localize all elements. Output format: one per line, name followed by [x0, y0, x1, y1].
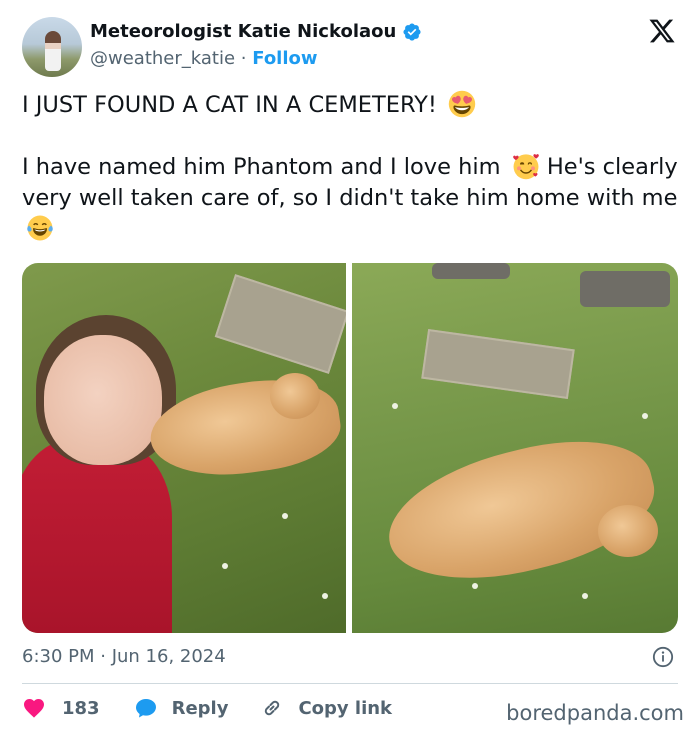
divider: [22, 683, 678, 684]
info-icon[interactable]: [652, 646, 674, 668]
reply-label: Reply: [171, 697, 229, 719]
copy-link-label: Copy link: [298, 697, 393, 719]
heart-eyes-emoji-icon: [448, 90, 476, 118]
tweet-timestamp[interactable]: 6:30 PM · Jun 16, 2024: [22, 646, 226, 667]
tweet-line-1-text: I JUST FOUND A CAT IN A CEMETERY!: [22, 92, 437, 118]
woman-face: [44, 335, 162, 465]
reply-bubble-icon: [135, 699, 156, 718]
woman-selfie-with-cat-photo[interactable]: [22, 263, 346, 633]
tears-of-joy-emoji-icon: [27, 215, 53, 241]
follow-button[interactable]: Follow: [252, 48, 317, 69]
author-handle[interactable]: @weather_katie: [90, 48, 235, 69]
clover: [472, 583, 478, 589]
tweet-text: I JUST FOUND A CAT IN A CEMETERY! I have…: [22, 90, 682, 245]
action-bar: 183 Reply Copy link: [22, 694, 392, 722]
clover: [392, 403, 398, 409]
handle-row: @weather_katie · Follow: [90, 48, 318, 69]
tweet-line-2: I have named him Phantom and I love him …: [22, 152, 682, 245]
tweet-line-1: I JUST FOUND A CAT IN A CEMETERY!: [22, 90, 682, 121]
heart-icon: [24, 699, 44, 718]
tweet-line-2-text: I have named him Phantom and I love him: [22, 154, 501, 180]
smiling-face-with-hearts-emoji-icon: [512, 154, 539, 180]
cat-lying-on-back-photo[interactable]: [352, 263, 678, 633]
clover: [282, 513, 288, 519]
avatar-person: [45, 31, 61, 71]
dark-stone: [432, 263, 510, 279]
dark-stone: [580, 271, 670, 307]
grave-marker: [421, 328, 575, 400]
cat-head-right: [598, 505, 658, 557]
like-count: 183: [62, 697, 100, 719]
media-grid[interactable]: [22, 263, 678, 633]
name-row: Meteorologist Katie Nickolaou: [90, 21, 422, 42]
watermark: boredpanda.com: [506, 701, 684, 725]
clover: [582, 593, 588, 599]
reply-button[interactable]: Reply: [134, 696, 229, 720]
clover: [322, 593, 328, 599]
link-icon: [265, 700, 280, 716]
cat-head-left: [270, 373, 320, 419]
avatar[interactable]: [22, 17, 82, 77]
clover: [642, 413, 648, 419]
author-name[interactable]: Meteorologist Katie Nickolaou: [90, 21, 396, 42]
woman-shirt: [22, 438, 172, 633]
verified-badge-icon: [403, 22, 421, 41]
x-logo-icon[interactable]: [648, 17, 676, 45]
like-button[interactable]: 183: [22, 696, 100, 720]
clover: [222, 563, 228, 569]
tweet-header: Meteorologist Katie Nickolaou @weather_k…: [22, 17, 682, 79]
grave-marker: [214, 274, 346, 374]
separator-dot: ·: [240, 48, 247, 69]
copy-link-button[interactable]: Copy link: [260, 696, 392, 720]
